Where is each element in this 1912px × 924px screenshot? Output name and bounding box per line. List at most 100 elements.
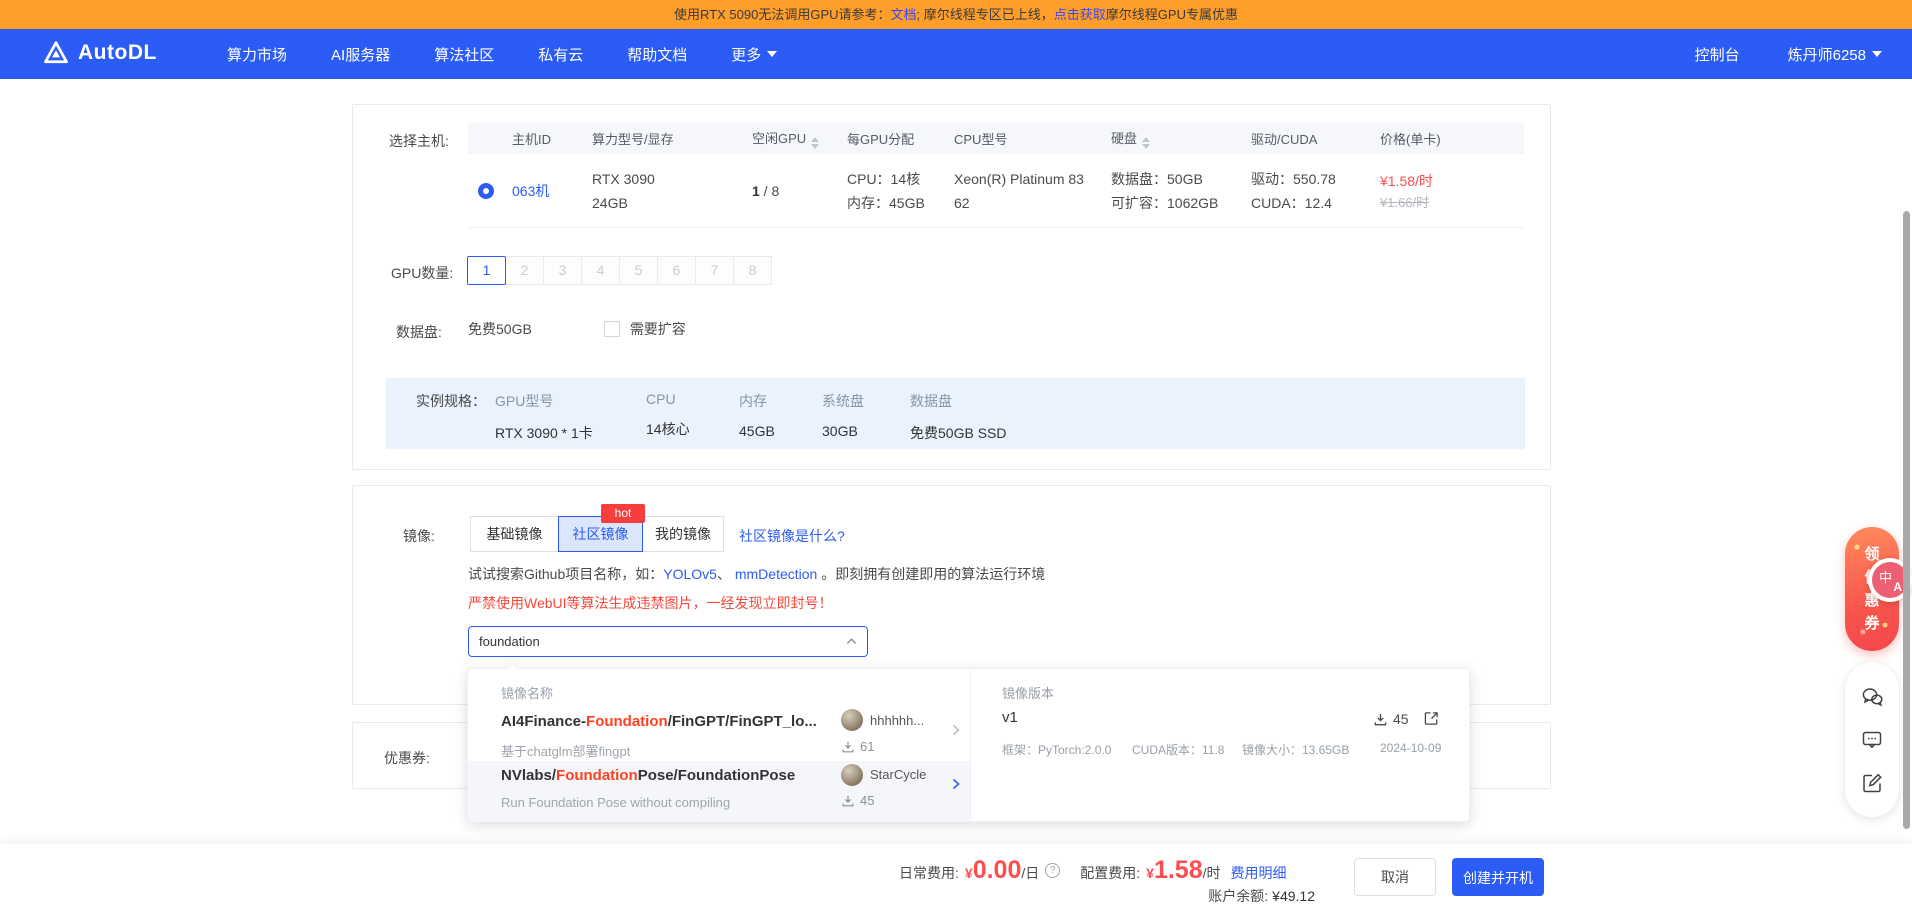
tab-my-image[interactable]: 我的镜像 <box>642 516 724 552</box>
host-table-header: 主机ID 算力型号/显存 空闲GPU 每GPU分配 CPU型号 硬盘 驱动/CU… <box>468 123 1524 154</box>
host-selection-card: 选择主机: 主机ID 算力型号/显存 空闲GPU 每GPU分配 CPU型号 硬盘… <box>352 104 1551 470</box>
navbar: AutoDL 算力市场 AI服务器 算法社区 私有云 帮助文档 更多 控制台 炼… <box>0 29 1912 79</box>
image-desc-1: 基于chatglm部署fingpt <box>501 741 630 760</box>
hot-badge: hot <box>601 504 645 523</box>
header-free-gpu[interactable]: 空闲GPU <box>744 128 839 149</box>
image-name-2: NVlabs/FoundationPose/FoundationPose <box>501 767 795 784</box>
image-desc-2: Run Foundation Pose without compiling <box>501 795 730 810</box>
scrollbar[interactable] <box>1903 211 1910 829</box>
image-search-input[interactable] <box>468 626 868 657</box>
nav-item-docs[interactable]: 帮助文档 <box>627 44 687 65</box>
user-menu[interactable]: 炼丹师6258 <box>1788 44 1882 65</box>
version-size: 镜像大小：13.65GB <box>1242 741 1349 758</box>
author-name-2: StarCycle <box>870 767 926 782</box>
version-framework: 框架：PyTorch:2.0.0 <box>1002 741 1111 758</box>
external-link-icon[interactable] <box>1424 711 1439 726</box>
help-icon[interactable] <box>1045 863 1060 878</box>
banner-text-3: 摩尔线程GPU专属优惠 <box>1106 7 1238 22</box>
gpu-count-label: GPU数量: <box>391 263 453 283</box>
gpu-count-option-3[interactable]: 3 <box>543 256 582 285</box>
sort-icon[interactable] <box>811 137 819 149</box>
edit-feedback-icon[interactable] <box>1860 771 1884 795</box>
cell-disk: 数据盘：50GB可扩容：1062GB <box>1103 167 1243 215</box>
nav-right: 控制台 炼丹师6258 <box>1695 29 1882 79</box>
download-count-1: 61 <box>841 739 874 754</box>
cell-cpu-model: Xeon(R) Platinum 8362 <box>946 167 1103 215</box>
host-id-link[interactable]: 063机 <box>512 183 549 199</box>
image-tabs: 基础镜像 社区镜像 我的镜像 <box>471 516 724 552</box>
image-label: 镜像: <box>403 526 435 546</box>
nav-item-private-cloud[interactable]: 私有云 <box>538 44 583 65</box>
brand-name: AutoDL <box>78 41 157 65</box>
expand-checkbox[interactable] <box>604 321 620 337</box>
community-image-help-link[interactable]: 社区镜像是什么? <box>739 526 845 546</box>
header-driver-cuda: 驱动/CUDA <box>1243 129 1372 148</box>
webui-warning-text: 严禁使用WebUI等算法生成违禁图片，一经发现立即封号！ <box>468 593 833 613</box>
console-link[interactable]: 控制台 <box>1695 44 1740 65</box>
brand-logo[interactable]: AutoDL <box>42 39 157 67</box>
banner-get-link[interactable]: 点击获取 <box>1054 7 1106 22</box>
host-radio-selected[interactable] <box>478 183 494 199</box>
spec-cpu: CPU14核心 <box>646 391 690 439</box>
avatar <box>841 764 863 786</box>
floating-toolbar <box>1845 663 1899 817</box>
banner-text-2: ; 摩尔线程专区已上线， <box>917 7 1054 22</box>
tab-base-image[interactable]: 基础镜像 <box>470 516 559 552</box>
gpu-count-option-7[interactable]: 7 <box>695 256 734 285</box>
yolov5-link[interactable]: YOLOv5 <box>663 566 717 582</box>
daily-cost-value: 0.00 <box>973 856 1022 885</box>
cell-free-gpu: 1 / 8 <box>744 183 839 199</box>
config-cost-value: 1.58 <box>1154 856 1203 885</box>
version-download-count: 45 <box>1373 711 1409 727</box>
version-date: 2024-10-09 <box>1380 741 1441 755</box>
header-per-gpu: 每GPU分配 <box>839 129 946 148</box>
gpu-count-option-5[interactable]: 5 <box>619 256 658 285</box>
gpu-count-selector: 1 2 3 4 5 6 7 8 <box>468 256 772 285</box>
sort-icon[interactable] <box>1142 137 1150 149</box>
spec-gpu: GPU型号RTX 3090 * 1卡 <box>495 391 593 443</box>
gpu-count-option-4[interactable]: 4 <box>581 256 620 285</box>
feedback-chat-icon[interactable] <box>1860 728 1884 752</box>
mmdetection-link[interactable]: mmDetection <box>735 566 817 582</box>
host-table-row[interactable]: 063机 RTX 309024GB 1 / 8 CPU：14核内存：45GB X… <box>468 154 1524 228</box>
image-name-header: 镜像名称 <box>501 683 553 702</box>
cancel-button[interactable]: 取消 <box>1354 858 1436 896</box>
version-name: v1 <box>1002 709 1018 726</box>
cell-per-gpu: CPU：14核内存：45GB <box>839 167 946 215</box>
download-icon <box>841 794 855 808</box>
nav-item-community[interactable]: 算法社区 <box>434 44 494 65</box>
image-search <box>468 626 868 657</box>
cost-detail-link[interactable]: 费用明细 <box>1231 863 1287 883</box>
header-price: 价格(单卡) <box>1372 129 1524 148</box>
data-disk-row: 免费50GB 需要扩容 <box>468 319 686 339</box>
author-name-1: hhhhhh... <box>870 713 924 728</box>
download-icon <box>841 740 855 754</box>
chevron-right-icon[interactable] <box>950 777 962 791</box>
gpu-count-option-2[interactable]: 2 <box>505 256 544 285</box>
gpu-count-option-8[interactable]: 8 <box>733 256 772 285</box>
coupon-label: 优惠券: <box>384 748 430 768</box>
header-gpu-model: 算力型号/显存 <box>584 129 744 148</box>
wechat-icon[interactable] <box>1860 685 1884 709</box>
banner-doc-link[interactable]: 文档 <box>891 7 917 22</box>
header-disk[interactable]: 硬盘 <box>1103 128 1243 149</box>
version-cuda: CUDA版本：11.8 <box>1132 741 1224 758</box>
chevron-right-icon[interactable] <box>950 723 962 737</box>
chevron-down-icon <box>767 51 777 57</box>
avatar <box>841 709 863 731</box>
spec-label: 实例规格： <box>416 391 486 411</box>
create-and-start-button[interactable]: 创建并开机 <box>1452 858 1544 896</box>
autodl-logo-icon <box>42 39 70 67</box>
gpu-count-option-6[interactable]: 6 <box>657 256 696 285</box>
spec-data-disk: 数据盘免费50GB SSD <box>910 391 1006 443</box>
host-table: 主机ID 算力型号/显存 空闲GPU 每GPU分配 CPU型号 硬盘 驱动/CU… <box>468 123 1524 228</box>
chevron-up-icon[interactable] <box>845 635 858 648</box>
nav-item-ai-server[interactable]: AI服务器 <box>331 44 390 65</box>
cell-gpu-model: RTX 309024GB <box>584 167 744 215</box>
download-icon <box>1373 712 1388 727</box>
gpu-count-option-1[interactable]: 1 <box>467 256 506 285</box>
expand-label[interactable]: 需要扩容 <box>630 319 686 339</box>
account-balance: 账户余额:¥49.12 <box>1100 886 1315 906</box>
nav-item-more[interactable]: 更多 <box>731 44 777 65</box>
nav-item-market[interactable]: 算力市场 <box>227 44 287 65</box>
